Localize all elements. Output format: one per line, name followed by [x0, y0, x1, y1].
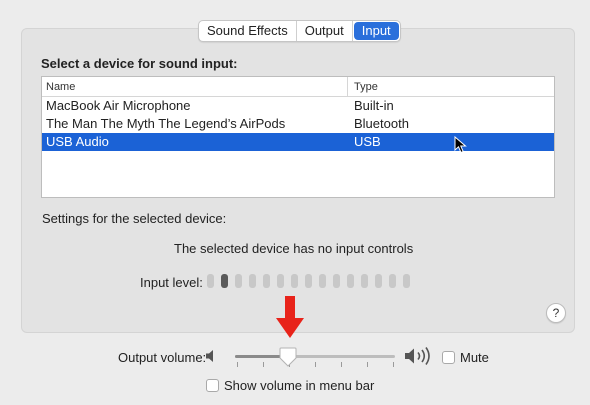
- input-level-segment: [263, 274, 270, 288]
- red-down-arrow: [276, 296, 304, 338]
- input-level-segment: [347, 274, 354, 288]
- device-type: Built-in: [354, 98, 394, 113]
- slider-tick: [263, 362, 264, 367]
- input-level-segment: [291, 274, 298, 288]
- slider-tick: [315, 362, 316, 367]
- section-title: Select a device for sound input:: [41, 56, 238, 71]
- input-level-segment: [375, 274, 382, 288]
- tab-sound-effects[interactable]: Sound Effects: [199, 21, 297, 41]
- column-header-name[interactable]: Name: [42, 77, 348, 96]
- input-level-meter: [207, 274, 410, 288]
- device-name: MacBook Air Microphone: [46, 98, 191, 113]
- slider-tick: [237, 362, 238, 367]
- slider-tick: [393, 362, 394, 367]
- input-level-segment: [277, 274, 284, 288]
- table-row[interactable]: MacBook Air Microphone Built-in: [42, 97, 554, 115]
- output-volume-label: Output volume:: [118, 350, 207, 365]
- input-level-segment: [361, 274, 368, 288]
- column-header-type[interactable]: Type: [348, 77, 554, 96]
- no-input-controls-message: The selected device has no input control…: [174, 241, 414, 256]
- input-level-segment: [319, 274, 326, 288]
- input-level-segment: [389, 274, 396, 288]
- input-level-segment: [235, 274, 242, 288]
- slider-tick: [341, 362, 342, 367]
- help-button[interactable]: ?: [546, 303, 566, 323]
- tab-bar: Sound Effects Output Input: [198, 20, 401, 42]
- mute-label[interactable]: Mute: [460, 350, 489, 365]
- speaker-high-icon: [405, 347, 430, 365]
- table-row-selected[interactable]: USB Audio USB: [42, 133, 554, 151]
- device-type: Bluetooth: [354, 116, 409, 131]
- input-level-segment: [221, 274, 228, 288]
- input-level-segment: [207, 274, 214, 288]
- input-level-segment: [249, 274, 256, 288]
- input-device-table[interactable]: Name Type MacBook Air Microphone Built-i…: [41, 76, 555, 198]
- tab-output[interactable]: Output: [297, 21, 353, 41]
- tab-input[interactable]: Input: [353, 22, 399, 40]
- device-type: USB: [354, 134, 381, 149]
- show-volume-checkbox[interactable]: [206, 379, 219, 392]
- input-level-label: Input level:: [140, 275, 203, 290]
- show-volume-label[interactable]: Show volume in menu bar: [224, 378, 374, 393]
- input-level-segment: [333, 274, 340, 288]
- table-header: Name Type: [42, 77, 554, 97]
- mouse-cursor-icon: [454, 136, 467, 154]
- mute-checkbox[interactable]: [442, 351, 455, 364]
- volume-slider-thumb[interactable]: [279, 347, 297, 367]
- input-level-segment: [403, 274, 410, 288]
- slider-ticks: [237, 362, 394, 368]
- device-name: USB Audio: [46, 134, 109, 149]
- settings-label: Settings for the selected device:: [42, 211, 227, 226]
- table-row[interactable]: The Man The Myth The Legend’s AirPods Bl…: [42, 115, 554, 133]
- speaker-low-icon: [206, 350, 213, 362]
- input-level-segment: [305, 274, 312, 288]
- slider-tick: [367, 362, 368, 367]
- device-name: The Man The Myth The Legend’s AirPods: [46, 116, 286, 131]
- output-volume-slider[interactable]: [235, 355, 395, 358]
